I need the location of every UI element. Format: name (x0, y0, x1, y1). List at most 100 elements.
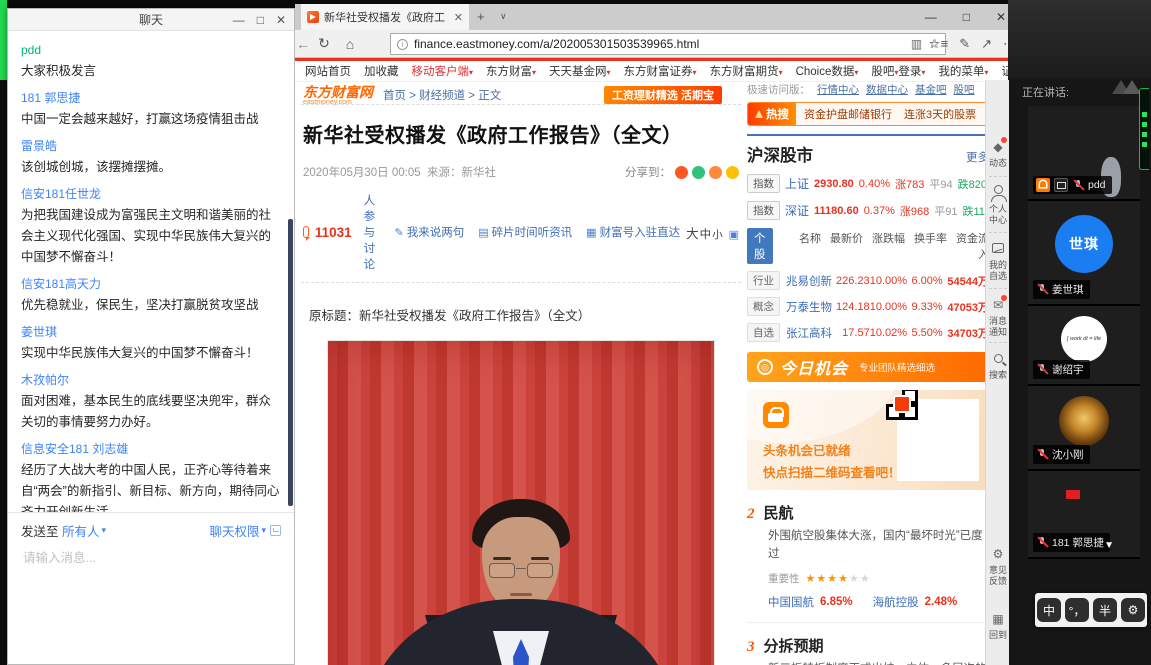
toolbar-item-back-to-top[interactable]: ▦ 回到 (986, 610, 1010, 641)
tab-list-chevron-icon[interactable]: ∨ (500, 11, 507, 22)
toolbar-item-watchlist[interactable]: 我的自选 (986, 240, 1010, 281)
url-text[interactable]: finance.eastmoney.com/a/2020053015035399… (414, 37, 905, 51)
hot-search-box[interactable]: 热搜 资金护盘邮储银行连涨3天的股票连板 (747, 102, 989, 126)
listen-news-link[interactable]: ▤ 碎片时间听资讯 (478, 224, 572, 240)
toolbar-item-search[interactable]: 搜索 (986, 350, 1010, 381)
url-bar[interactable]: i finance.eastmoney.com/a/20200530150353… (390, 33, 946, 55)
home-icon[interactable]: ⌂ (337, 36, 363, 52)
expand-participants-icon[interactable]: ▼ (1104, 540, 1114, 551)
index-row: 指数 上证 2930.80 0.40% 涨783 平94 跌820 (747, 174, 989, 193)
write-comment-link[interactable]: ✎ 我来说两句 (395, 224, 465, 240)
toolbar-item-profile[interactable]: 个人中心 (986, 184, 1010, 225)
chat-message-input[interactable] (21, 550, 281, 566)
refresh-icon[interactable]: ↻ (311, 35, 337, 52)
index-name[interactable]: 深证 (785, 202, 809, 219)
chat-permission-dropdown[interactable]: 聊天权限 (209, 521, 259, 540)
hot-search-badge: 热搜 (748, 103, 796, 125)
favorites-hub-icon[interactable]: ☆≡ (929, 36, 948, 52)
stock-name[interactable]: 兆易创新 (786, 273, 832, 289)
quick-link[interactable]: 行情中心 (817, 82, 859, 97)
chat-message: 姜世琪 实现中华民族伟大复兴的中国梦不懈奋斗！ (21, 322, 281, 364)
site-nav-item[interactable]: 加收藏 (364, 63, 399, 79)
fortune-account-link[interactable]: ▦ 财富号入驻直达 (586, 224, 680, 240)
site-nav-item[interactable]: 移动客户端▾ (412, 63, 474, 79)
stock-side-tab[interactable]: 自选 (747, 323, 780, 342)
site-nav-item[interactable]: 天天基金网▾ (549, 63, 611, 79)
topic-stock-link[interactable]: 海航控股 2.48% (873, 594, 958, 610)
hot-search-item[interactable]: 连涨3天的股票 (904, 106, 976, 122)
promo-banner[interactable]: 工资理财精选 活期宝 (604, 86, 722, 104)
toolbar-item-dynamics[interactable]: ◆ 动态 (986, 138, 1010, 169)
stock-side-tab[interactable]: 行业 (747, 271, 780, 290)
chat-titlebar[interactable]: 聊天 — □ ✕ (8, 9, 294, 31)
quick-link[interactable]: 股吧 (954, 82, 975, 97)
index-tab-button[interactable]: 指数 (747, 201, 780, 220)
stocks-tab[interactable]: 个股 (747, 228, 773, 264)
browser-tab[interactable]: 新华社受权播发《政府工 ✕ (301, 4, 469, 30)
index-tab-button[interactable]: 指数 (747, 174, 780, 193)
stock-name[interactable]: 张江高科 (786, 325, 832, 341)
chat-scrollbar-thumb[interactable] (288, 219, 293, 506)
webpage-content: 网站首页加收藏移动客户端▾ 东方财富▾ 天天基金网▾ 东方财富证券▾ 东方财富期货▾ Ch… (295, 58, 1020, 665)
site-nav-item[interactable]: 股吧▾ (871, 63, 898, 79)
qr-promo-card[interactable]: 头条机会已就绪 快点扫描二维码查看吧！ (747, 390, 989, 490)
site-nav-item[interactable]: 东方财富证券▾ (624, 63, 697, 79)
new-tab-button[interactable]: + (477, 9, 485, 24)
stock-side-tab[interactable]: 概念 (747, 297, 780, 316)
toolbar-item-messages[interactable]: ✉ 消息通知 (986, 296, 1010, 337)
site-nav-item[interactable]: 登录▾ (898, 63, 925, 79)
ime-button[interactable]: ⚙ (1121, 598, 1145, 622)
quick-link[interactable]: 基金吧 (915, 82, 947, 97)
index-pct: 0.40% (859, 178, 890, 190)
index-name[interactable]: 上证 (785, 175, 809, 192)
share-qzone-icon[interactable] (709, 166, 722, 179)
browser-minimize-button[interactable]: — (925, 10, 937, 24)
ime-toolbar: 中°，半⚙ (1035, 593, 1147, 627)
web-notes-pen-icon[interactable]: ✎ (959, 36, 970, 52)
share-wechat-icon[interactable] (692, 166, 705, 179)
toolbar-item-feedback[interactable]: ⚙ 意见反馈 (986, 545, 1010, 586)
reading-view-icon[interactable]: ▥ (911, 37, 922, 51)
ime-button[interactable]: 中 (1037, 598, 1061, 622)
table-header: 涨跌幅 (863, 230, 905, 262)
site-nav-item[interactable]: 东方财富▾ (486, 63, 536, 79)
meeting-collapsed-tab[interactable] (1139, 88, 1149, 170)
share-icon[interactable]: ↗ (981, 36, 992, 52)
eastmoney-logo[interactable]: 东方财富网 eastmoney.com (303, 85, 373, 106)
share-weibo-icon[interactable] (675, 166, 688, 179)
chat-close-button[interactable]: ✕ (276, 9, 286, 31)
ime-button[interactable]: °， (1065, 598, 1089, 622)
hot-search-item[interactable]: 资金护盘邮储银行 (804, 106, 892, 122)
chat-minimize-button[interactable]: — (233, 9, 245, 31)
chat-maximize-button[interactable]: □ (257, 9, 264, 31)
tab-close-icon[interactable]: ✕ (454, 11, 463, 24)
chat-popout-icon[interactable] (270, 525, 281, 536)
browser-close-button[interactable]: ✕ (996, 10, 1006, 24)
site-nav-item[interactable]: 东方财富期货▾ (710, 63, 783, 79)
breadcrumb[interactable]: 首页 > 财经频道 > 正文 (383, 87, 501, 103)
stock-price: 124.18 (832, 301, 869, 313)
send-to-label: 发送至 (21, 521, 59, 540)
browser-maximize-button[interactable]: □ (963, 10, 970, 24)
site-nav-item[interactable]: Choice数据▾ (796, 63, 859, 79)
quick-link[interactable]: 数据中心 (866, 82, 908, 97)
today-opportunity-banner[interactable]: ◎ 今日机会 专业团队精选细选 (747, 352, 989, 382)
participant-tiles: pdd 世琪 姜世琪 ∫ work dt = life 谢绍宇 (1028, 106, 1140, 559)
site-nav-item[interactable]: 网站首页 (305, 63, 351, 79)
comment-count[interactable]: 11031 (315, 225, 352, 240)
font-size-control[interactable]: 大中小 ▣ (686, 223, 739, 242)
back-icon[interactable]: ← (295, 36, 311, 52)
share-favorite-icon[interactable] (726, 166, 739, 179)
comment-suffix[interactable]: 人参与讨论 (364, 192, 381, 272)
participant-nametag: 姜世琪 (1033, 280, 1090, 299)
site-info-icon[interactable]: i (397, 39, 408, 50)
topic-stock-link[interactable]: 中国国航 6.85% (768, 594, 853, 610)
participant-tile: ∫ work dt = life 谢绍宇 (1028, 306, 1140, 386)
site-nav-item[interactable]: 我的菜单▾ (938, 63, 988, 79)
photo-figure-suit (366, 599, 676, 665)
site-nav-bar: 网站首页加收藏移动客户端▾ 东方财富▾ 天天基金网▾ 东方财富证券▾ 东方财富期货▾ Ch… (295, 61, 1020, 82)
print-icon[interactable]: ▣ (729, 228, 739, 241)
send-to-dropdown[interactable]: 所有人 (62, 521, 100, 540)
ime-button[interactable]: 半 (1093, 598, 1117, 622)
stock-name[interactable]: 万泰生物 (786, 299, 832, 315)
